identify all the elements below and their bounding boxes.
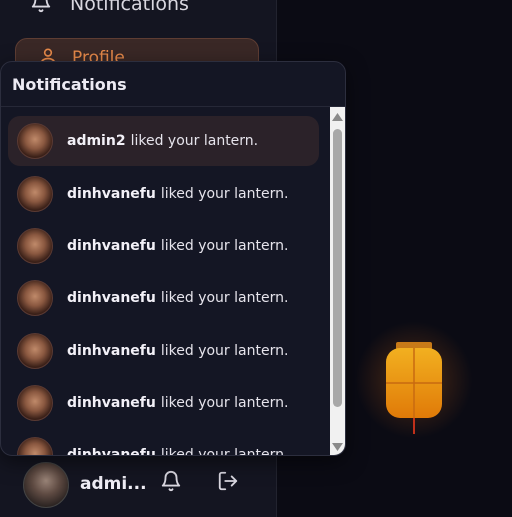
- list-item[interactable]: dinhvanefu liked your lantern.: [8, 169, 319, 219]
- avatar: [17, 437, 53, 455]
- notification-text: liked your lantern.: [160, 186, 289, 202]
- notification-text: liked your lantern.: [160, 395, 289, 411]
- user-account-row: admi...: [0, 458, 276, 514]
- popup-title: Notifications: [1, 62, 345, 107]
- notification-list: admin2 liked your lantern. dinhvanefu li…: [1, 107, 329, 456]
- list-item[interactable]: dinhvanefu liked your lantern.: [8, 273, 319, 323]
- notification-user: admin2: [67, 133, 126, 149]
- notification-user: dinhvanefu: [67, 290, 156, 306]
- notification-user: dinhvanefu: [67, 343, 156, 359]
- list-item[interactable]: admin2 liked your lantern.: [8, 116, 319, 166]
- scrollbar-thumb[interactable]: [333, 129, 342, 407]
- list-item[interactable]: dinhvanefu liked your lantern.: [8, 378, 319, 428]
- avatar: [17, 228, 53, 264]
- triangle-down-icon[interactable]: [331, 440, 344, 454]
- avatar: [17, 333, 53, 369]
- notifications-button[interactable]: [158, 470, 184, 496]
- notification-user: dinhvanefu: [67, 238, 156, 254]
- avatar: [17, 123, 53, 159]
- notification-text: liked your lantern.: [160, 447, 289, 456]
- list-item[interactable]: dinhvanefu liked your lantern.: [8, 326, 319, 376]
- logout-icon: [217, 470, 239, 496]
- sidebar-item-notifications[interactable]: Notifications: [30, 0, 189, 24]
- avatar: [17, 176, 53, 212]
- avatar: [17, 280, 53, 316]
- scrollbar[interactable]: [330, 107, 345, 455]
- list-item[interactable]: dinhvanefu liked your lantern.: [8, 430, 319, 456]
- notifications-popup: Notifications admin2 liked your lantern.…: [0, 61, 346, 456]
- bell-icon: [160, 470, 182, 496]
- bell-icon: [30, 0, 52, 18]
- sidebar-item-label: Notifications: [70, 0, 189, 15]
- notification-text: liked your lantern.: [160, 343, 289, 359]
- lantern-icon: [386, 342, 442, 434]
- lantern[interactable]: [356, 320, 472, 440]
- notification-text: liked your lantern.: [160, 238, 289, 254]
- avatar[interactable]: [23, 462, 69, 508]
- notification-user: dinhvanefu: [67, 395, 156, 411]
- notification-text: liked your lantern.: [160, 290, 289, 306]
- notification-text: liked your lantern.: [130, 133, 259, 149]
- user-name: admi...: [80, 474, 147, 494]
- triangle-up-icon[interactable]: [331, 110, 344, 124]
- notification-user: dinhvanefu: [67, 186, 156, 202]
- notification-user: dinhvanefu: [67, 447, 156, 456]
- list-item[interactable]: dinhvanefu liked your lantern.: [8, 221, 319, 271]
- avatar: [17, 385, 53, 421]
- logout-button[interactable]: [215, 470, 241, 496]
